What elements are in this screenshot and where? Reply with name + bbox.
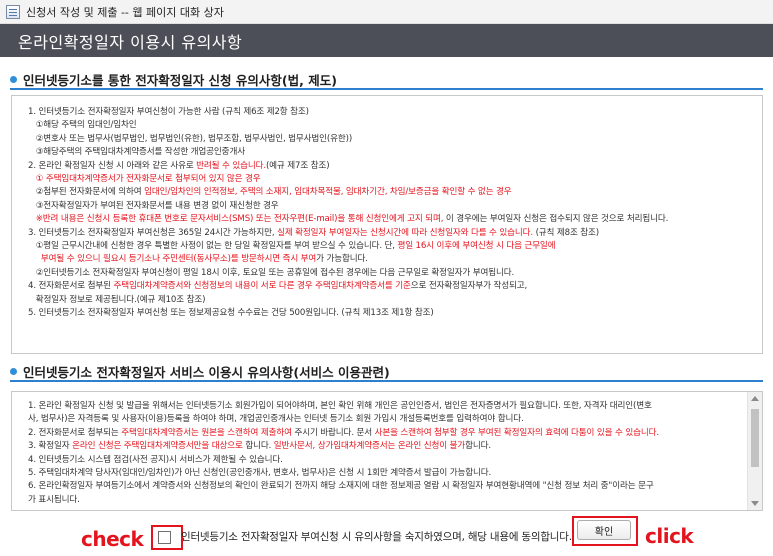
section1-heading-text: 인터넷등기소를 통한 전자확정일자 신청 유의사항(법, 제도) — [23, 73, 337, 88]
section1-line: 부여될 수 있으니 필요시 등기소나 주민센터(동사무소)를 방문하시면 즉시 … — [28, 253, 754, 266]
section1-lines: 1. 인터넷등기소 전자확정일자 부여신청이 가능한 사람 (규칙 제6조 제2… — [28, 106, 754, 321]
notice-text: 4. 전자화문서로 첨부된 — [28, 281, 114, 292]
notice-text: 1. 온라인 확정일자 신청 및 발급을 위해서는 인터넷등기소 회원가입이 되… — [28, 401, 652, 411]
section2-notice-box[interactable]: 1. 온라인 확정일자 신청 및 발급을 위해서는 인터넷등기소 회원가입이 되… — [11, 391, 763, 511]
notice-text: 1. 인터넷등기소 전자확정일자 부여신청이 가능한 사람 (규칙 제6조 제2… — [28, 107, 309, 117]
warning-text: 주택임대차계약증서와 신청정보의 내용이 서로 다른 경우 주택임대차계약증서를… — [113, 281, 411, 292]
notice-text: ②인터넷등기소 전자확정일자 부여신청이 평일 18시 이후, 토요일 또는 공… — [28, 267, 515, 278]
warning-text: 주택임대차계약증서는 원본을 스캔하여 제출하여 — [121, 427, 292, 438]
notice-text: 이 경우에는 부여일자 신청은 접수되지 않은 것으로 처리됩니다. — [445, 214, 669, 225]
warning-text: 일반사문서, 상가임대차계약증서는 온라인 신청이 불가 — [273, 441, 466, 452]
notice-text: (예규 제7조 참조) — [265, 160, 330, 171]
window-title: 신청서 작성 및 제출 -- 웹 페이지 대화 상자 — [26, 5, 224, 19]
section1-line: ③전자확정일자가 부여된 전자화문서를 내용 변경 없이 재신청한 경우 — [28, 200, 754, 213]
page-title: 온라인확정일자 이용시 유의사항 — [18, 32, 243, 52]
section1-line: 5. 인터넷등기소 전자확정일자 부여신청 또는 정보제공요청 수수료는 건당 … — [28, 307, 754, 320]
notice-text: ②첨부된 전자화문서에 의하여 — [28, 187, 145, 198]
section1-heading: 인터넷등기소를 통한 전자확정일자 신청 유의사항(법, 제도) — [10, 70, 337, 89]
warning-text: 임대인/임차인의 인적정보, 주택의 소재지, 임대차목적물, 임대차기간, 차… — [144, 187, 512, 198]
notice-text: 합니다. — [465, 441, 491, 452]
notice-text: 3. 확정일자 — [28, 441, 73, 452]
notice-text: ③전자확정일자가 부여된 전자화문서를 내용 변경 없이 재신청한 경우 — [28, 200, 279, 211]
section2-divider — [10, 380, 763, 382]
section1-line: ②인터넷등기소 전자확정일자 부여신청이 평일 18시 이후, 토요일 또는 공… — [28, 267, 754, 280]
agreement-row: check 인터넷등기소 전자확정일자 부여신청 시 유의사항을 숙지하였으며,… — [0, 516, 773, 556]
notice-text: 4. 인터넷등기소 시스템 점검(사전 공지)시 서비스가 제한될 수 있습니다… — [28, 454, 283, 465]
section2-line: 6. 온라인확정일자 부여등기소에서 계약증서와 신청정보의 확인이 완료되기 … — [28, 480, 738, 493]
notice-text: 2. 전자화문서로 첨부되는 — [28, 427, 122, 438]
warning-text: 반려될 수 있습니다. — [196, 160, 266, 171]
section2-line: 사, 법무사)은 자격등록 및 사용자(이용)등록을 하여야 하며, 개업공인중… — [28, 413, 738, 426]
bullet-icon — [10, 76, 17, 83]
notice-text: 으로 전자확정일자부가 작성되고, — [410, 281, 528, 292]
notice-text: 주시기 바랍니다. 문서 — [291, 427, 375, 438]
section2-heading: 인터넷등기소 전자확정일자 서비스 이용시 유의사항(서비스 이용관련) — [10, 362, 390, 381]
window-titlebar: 신청서 작성 및 제출 -- 웹 페이지 대화 상자 — [0, 0, 773, 24]
section2-lines: 1. 온라인 확정일자 신청 및 발급을 위해서는 인터넷등기소 회원가입이 되… — [28, 400, 738, 507]
section2-heading-text: 인터넷등기소 전자확정일자 서비스 이용시 유의사항(서비스 이용관련) — [23, 365, 390, 380]
section1-line: ①평일 근무시간내에 신청한 경우 특별한 사정이 없는 한 당일 확정일자를 … — [28, 240, 754, 253]
section1-line: 3. 인터넷등기소 전자확정일자 부여신청은 365일 24시간 가능하지만, … — [28, 227, 754, 240]
section1-line: ③해당주택의 주택임대차계약증서를 작성한 개업공인중개사 — [28, 146, 754, 159]
bullet-icon — [10, 368, 17, 375]
warning-text: ※반려 내용은 신청시 등록한 휴대폰 번호로 문자서비스(SMS) 또는 전자… — [28, 214, 446, 225]
notice-text: 5. 인터넷등기소 전자확정일자 부여신청 또는 정보제공요청 수수료는 건당 … — [28, 308, 434, 319]
section2-scrollbar[interactable] — [747, 392, 762, 510]
notice-text: 가 가능합니다. — [316, 254, 368, 265]
warning-text: 평일 16시 이후에 부여신청 시 다음 근무일에 — [397, 241, 556, 252]
section2-line: 가 표시됩니다. — [28, 494, 738, 507]
scroll-thumb[interactable] — [751, 409, 759, 467]
notice-text: 확정일자 정보로 제공됩니다.(예규 제10조 참조) — [28, 294, 206, 305]
notice-text: 3. 인터넷등기소 전자확정일자 부여신청은 365일 24시간 가능하지만, — [28, 227, 278, 238]
scroll-down-arrow-icon[interactable] — [751, 501, 759, 506]
notice-text: 6. 온라인확정일자 부여등기소에서 계약증서와 신청정보의 확인이 완료되기 … — [28, 481, 654, 492]
warning-text: 실제 확정일자 부여일자는 신청시간에 따라 신청일자와 다를 수 있습니다. — [277, 227, 533, 238]
section1-line: ②변호사 또는 법무사(법무법인, 법무법인(유한), 법무조합, 법무사법인,… — [28, 133, 754, 146]
notice-text: 5. 주택임대차계약 당사자(임대인/임차인)가 아닌 신청인(공인중개사, 변… — [28, 468, 492, 479]
notice-text: ①평일 근무시간내에 신청한 경우 특별한 사정이 없는 한 당일 확정일자를 … — [28, 241, 398, 252]
section1-line: 확정일자 정보로 제공됩니다.(예규 제10조 참조) — [28, 294, 754, 307]
section1-line: ②첨부된 전자화문서에 의하여 임대인/임차인의 인적정보, 주택의 소재지, … — [28, 186, 754, 199]
section2-line: 2. 전자화문서로 첨부되는 주택임대차계약증서는 원본을 스캔하여 제출하여 … — [28, 427, 738, 440]
warning-text: 온라인 신청은 주택임대차계약증서만을 대상으로 — [72, 441, 243, 452]
scroll-up-arrow-icon[interactable] — [751, 396, 759, 401]
warning-text: 부여될 수 있으니 필요시 등기소나 주민센터(동사무소)를 방문하시면 즉시 … — [28, 254, 317, 265]
section1-line: ※반려 내용은 신청시 등록한 휴대폰 번호로 문자서비스(SMS) 또는 전자… — [28, 213, 754, 226]
page-header: 온라인확정일자 이용시 유의사항 — [0, 24, 773, 57]
section1-line: 2. 온라인 확정일자 신청 시 아래와 같은 사유로 반려될 수 있습니다.(… — [28, 160, 754, 173]
agree-label: 인터넷등기소 전자확정일자 부여신청 시 유의사항을 숙지하였으며, 해당 내용… — [181, 531, 572, 543]
notice-text: (규칙 제8조 참조) — [533, 227, 600, 238]
section2-line: 5. 주택임대차계약 당사자(임대인/임차인)가 아닌 신청인(공인중개사, 변… — [28, 467, 738, 480]
section1-line: ①해당 주택의 임대인/임차인 — [28, 119, 754, 132]
click-annotation: click — [645, 524, 694, 548]
section1-line: ① 주택임대차계약증서가 전자화문서로 첨부되어 있지 않은 경우 — [28, 173, 754, 186]
section1-notice-box: 1. 인터넷등기소 전자확정일자 부여신청이 가능한 사람 (규칙 제6조 제2… — [11, 95, 763, 354]
notice-text: 2. 온라인 확정일자 신청 시 아래와 같은 사유로 — [28, 160, 197, 171]
notice-text: ③해당주택의 주택임대차계약증서를 작성한 개업공인중개사 — [28, 147, 245, 158]
section1-line: 1. 인터넷등기소 전자확정일자 부여신청이 가능한 사람 (규칙 제6조 제2… — [28, 106, 754, 119]
confirm-button[interactable]: 확인 — [577, 520, 631, 540]
section2-line: 1. 온라인 확정일자 신청 및 발급을 위해서는 인터넷등기소 회원가입이 되… — [28, 400, 738, 413]
notice-text: 가 표시됩니다. — [28, 494, 80, 505]
warning-text: ① 주택임대차계약증서가 전자화문서로 첨부되어 있지 않은 경우 — [28, 174, 261, 185]
notice-text: 합니다. — [242, 441, 274, 452]
notice-text: ②변호사 또는 법무사(법무법인, 법무법인(유한), 법무조합, 법무사법인,… — [28, 133, 353, 144]
section2-line: 4. 인터넷등기소 시스템 점검(사전 공지)시 서비스가 제한될 수 있습니다… — [28, 454, 738, 467]
warning-text: 사본을 스캔하여 첨부할 경우 부여된 확정일자의 효력에 다툼이 있을 수 있… — [374, 427, 660, 438]
check-annotation: check — [81, 527, 144, 551]
section1-line: 4. 전자화문서로 첨부된 주택임대차계약증서와 신청정보의 내용이 서로 다른… — [28, 280, 754, 293]
notice-text: 사, 법무사)은 자격등록 및 사용자(이용)등록을 하여야 하며, 개업공인중… — [28, 414, 524, 425]
document-icon — [6, 4, 20, 19]
notice-text: ①해당 주택의 임대인/임차인 — [28, 120, 137, 131]
section1-divider — [10, 88, 763, 90]
agree-checkbox[interactable] — [158, 531, 171, 544]
section2-line: 3. 확정일자 온라인 신청은 주택임대차계약증서만을 대상으로 합니다. 일반… — [28, 440, 738, 453]
